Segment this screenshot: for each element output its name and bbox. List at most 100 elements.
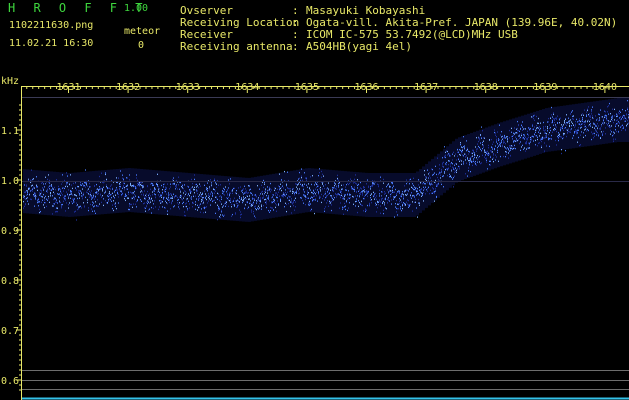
signal-dot — [457, 151, 458, 154]
signal-dot — [90, 192, 91, 194]
signal-dot — [331, 197, 332, 199]
signal-dot — [212, 192, 213, 194]
signal-dot — [270, 182, 271, 185]
signal-dot — [492, 146, 493, 149]
signal-dot — [233, 200, 234, 202]
signal-dot — [27, 191, 28, 194]
signal-dot — [561, 124, 562, 126]
signal-dot — [407, 193, 408, 195]
signal-dot — [166, 202, 167, 204]
signal-dot — [541, 137, 542, 139]
signal-dot — [307, 197, 308, 199]
signal-dot — [486, 159, 487, 161]
signal-dot — [199, 204, 200, 206]
signal-dot — [238, 194, 239, 196]
signal-dot — [613, 131, 614, 133]
signal-dot — [538, 127, 539, 129]
signal-dot — [515, 136, 516, 138]
signal-dot — [591, 110, 592, 113]
signal-dot — [66, 172, 67, 174]
signal-dot — [160, 195, 161, 197]
signal-dot — [250, 202, 251, 205]
signal-dot — [94, 185, 95, 187]
signal-dot — [58, 189, 59, 191]
signal-dot — [261, 204, 262, 206]
signal-dot — [342, 208, 343, 210]
signal-dot — [347, 198, 348, 201]
signal-dot — [80, 205, 81, 208]
signal-dot — [93, 202, 94, 204]
signal-dot — [402, 191, 403, 193]
signal-dot — [167, 198, 168, 200]
signal-dot — [26, 190, 27, 192]
signal-dot — [495, 132, 496, 134]
y-tick-label: 0.6 — [1, 376, 19, 387]
signal-dot — [146, 201, 147, 204]
signal-dot — [130, 203, 131, 206]
signal-dot — [515, 140, 516, 142]
signal-dot — [313, 195, 314, 198]
signal-dot — [265, 198, 266, 201]
signal-dot — [546, 136, 547, 138]
signal-dot — [233, 204, 234, 206]
signal-dot — [167, 183, 168, 185]
signal-dot — [57, 210, 58, 213]
signal-dot — [299, 188, 300, 190]
signal-dot — [598, 135, 599, 137]
signal-dot — [89, 194, 90, 196]
signal-dot — [453, 167, 454, 169]
signal-dot — [236, 192, 237, 195]
signal-dot — [124, 197, 125, 200]
signal-dot — [480, 148, 481, 151]
signal-dot — [620, 111, 621, 113]
signal-dot — [279, 188, 280, 190]
signal-dot — [547, 121, 548, 123]
signal-dot — [115, 194, 116, 196]
signal-dot — [90, 195, 91, 197]
signal-dot — [372, 184, 373, 186]
signal-dot — [318, 191, 319, 193]
signal-dot — [419, 186, 420, 188]
signal-dot — [364, 198, 365, 200]
signal-dot — [48, 195, 49, 198]
signal-dot — [560, 117, 561, 119]
signal-dot — [428, 186, 429, 189]
signal-band — [329, 169, 332, 214]
signal-dot — [304, 191, 305, 193]
signal-dot — [108, 187, 109, 189]
signal-dot — [64, 187, 65, 190]
signal-dot — [575, 123, 576, 125]
signal-dot — [35, 194, 36, 196]
signal-dot — [416, 190, 417, 193]
signal-dot — [29, 188, 30, 190]
signal-dot — [575, 129, 576, 131]
signal-dot — [391, 192, 392, 195]
signal-dot — [546, 144, 547, 147]
signal-dot — [469, 151, 470, 153]
signal-dot — [604, 110, 605, 112]
signal-dot — [416, 207, 417, 209]
signal-dot — [122, 187, 123, 190]
signal-dot — [322, 188, 323, 190]
signal-dot — [528, 127, 529, 129]
signal-dot — [409, 205, 410, 207]
signal-dot — [49, 179, 50, 182]
signal-dot — [357, 184, 358, 187]
signal-dot — [563, 137, 564, 139]
signal-dot — [567, 132, 568, 134]
signal-dot — [408, 204, 409, 206]
signal-dot — [407, 199, 408, 201]
signal-dot — [157, 183, 158, 186]
signal-dot — [292, 188, 293, 190]
signal-dot — [203, 200, 204, 203]
signal-dot — [616, 123, 617, 125]
signal-dot — [338, 193, 339, 195]
signal-dot — [196, 183, 197, 186]
signal-dot — [494, 129, 495, 131]
signal-band — [470, 132, 473, 177]
signal-dot — [353, 188, 354, 190]
signal-dot — [27, 197, 28, 199]
signal-dot — [340, 191, 341, 193]
signal-dot — [466, 162, 467, 164]
signal-dot — [555, 139, 556, 142]
